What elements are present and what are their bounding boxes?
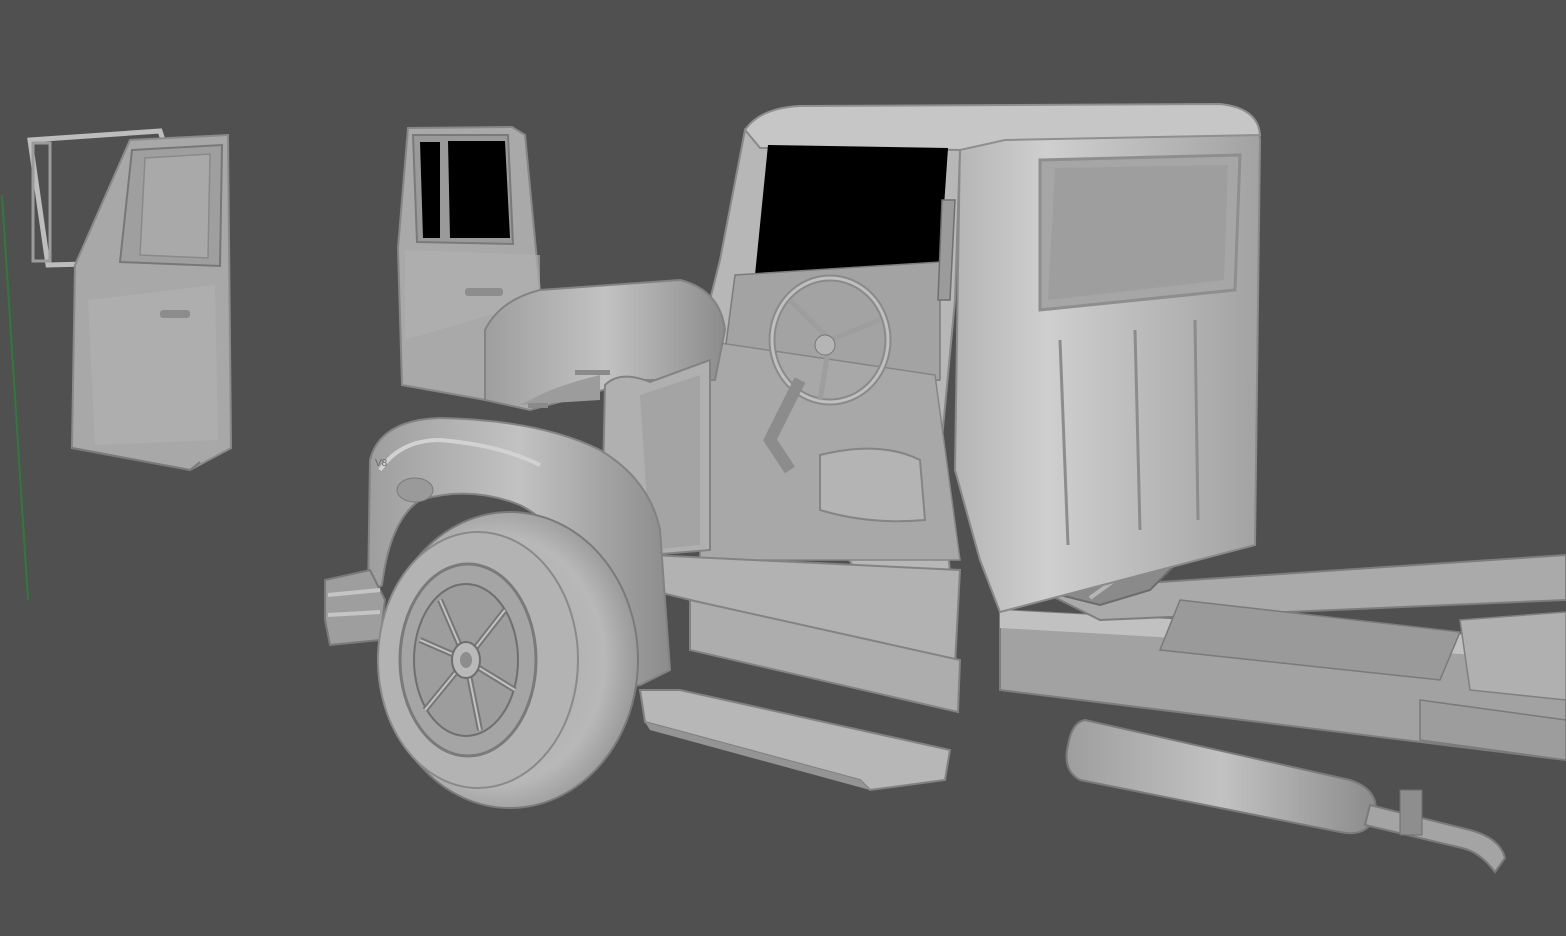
- front-wheel[interactable]: [377, 511, 639, 809]
- front-bumper: [324, 568, 387, 647]
- running-board[interactable]: [638, 689, 952, 792]
- door-window-large: [448, 141, 510, 238]
- 3d-viewport[interactable]: V8: [0, 0, 1566, 936]
- fender-badge: V8: [375, 458, 388, 469]
- detached-door-left[interactable]: [27, 128, 233, 472]
- world-axis-line: [1, 194, 29, 601]
- scene-render[interactable]: V8: [0, 0, 1566, 936]
- windshield-window: [755, 145, 948, 275]
- door-window-small: [420, 142, 440, 238]
- muffler: [1065, 718, 1377, 835]
